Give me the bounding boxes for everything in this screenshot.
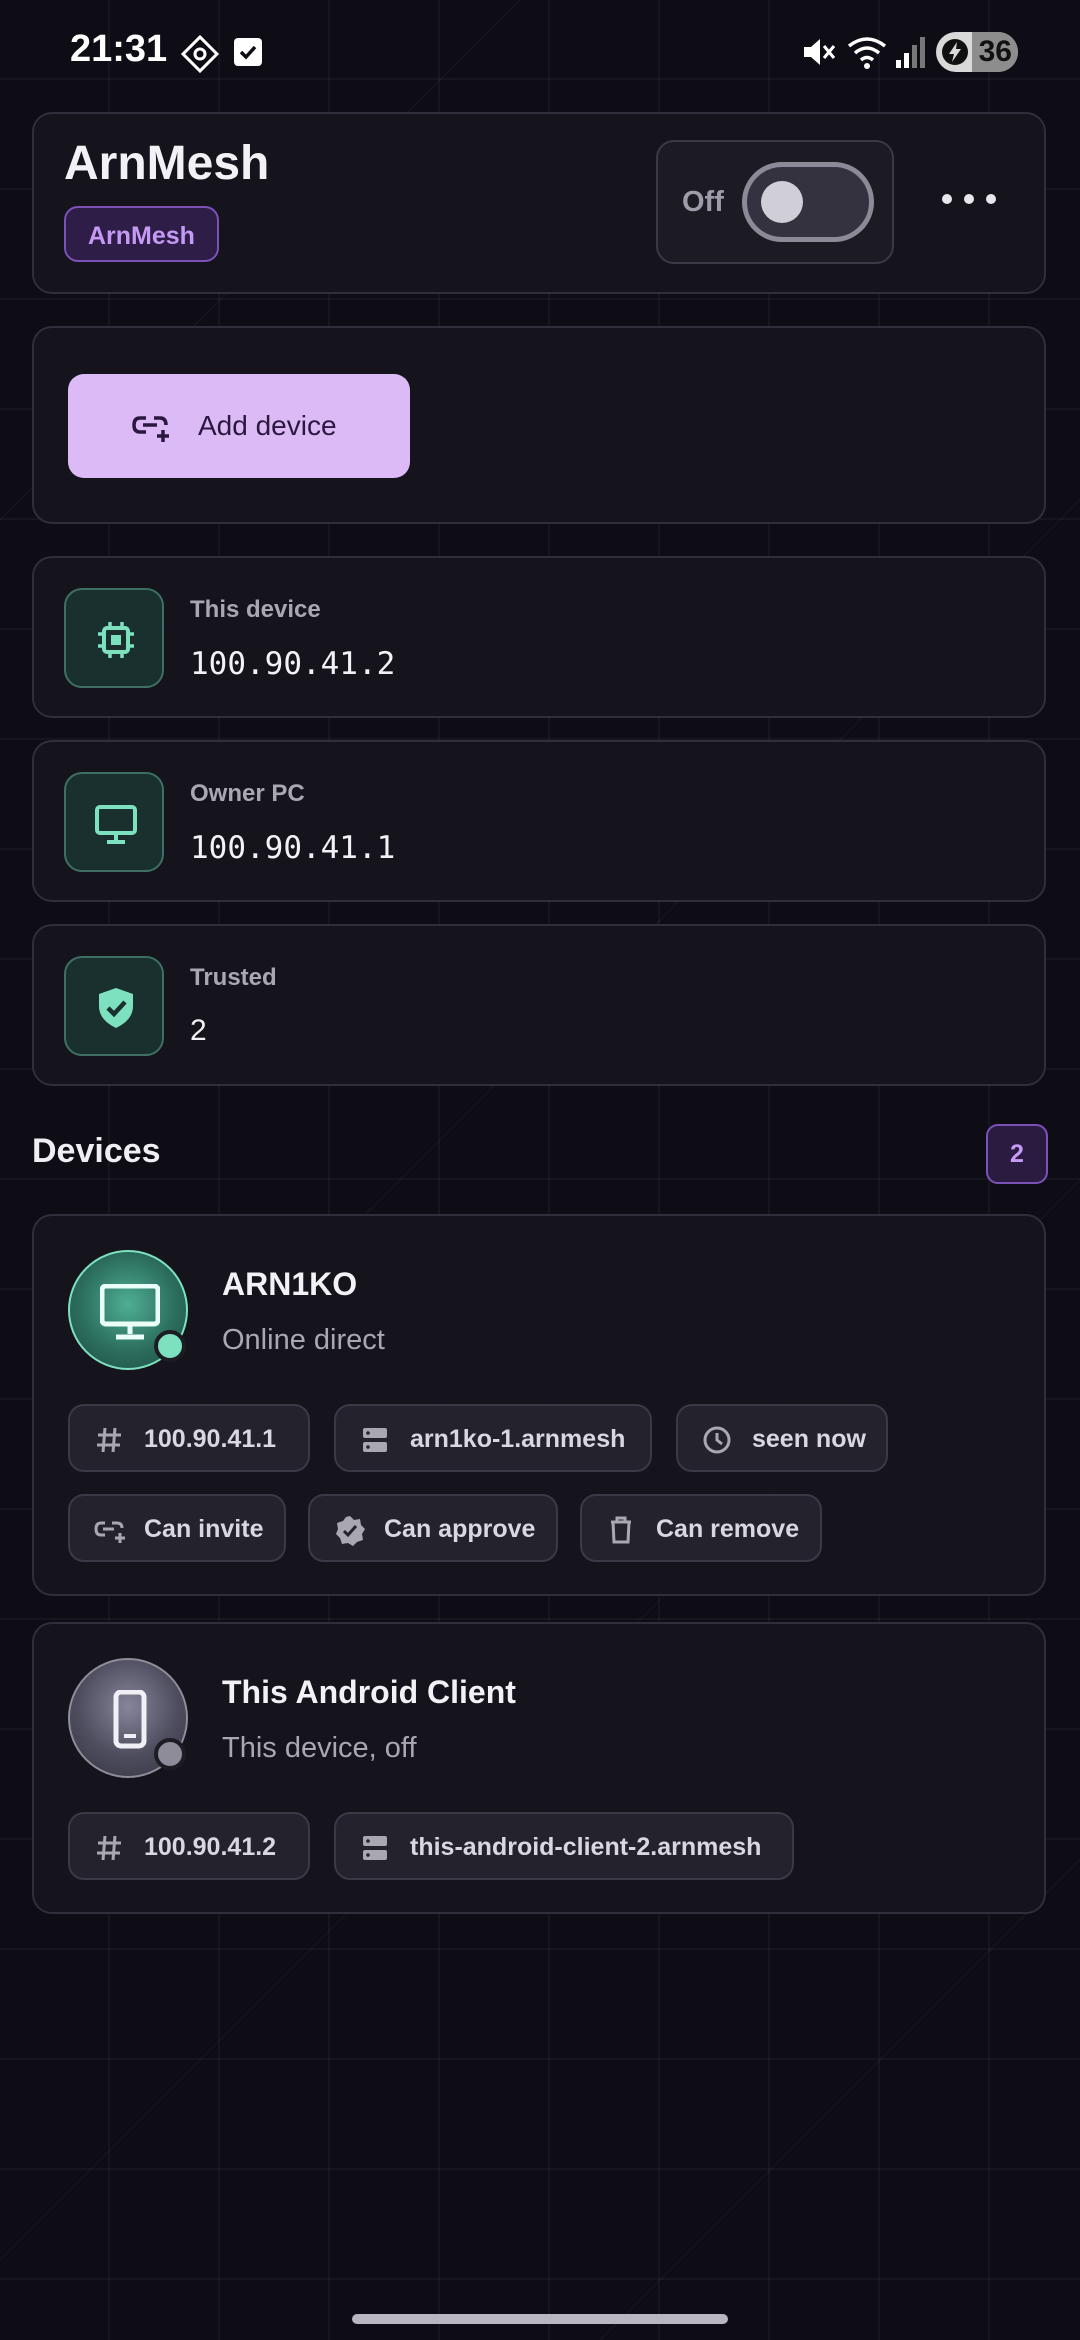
connection-toggle-box: Off (656, 140, 894, 264)
stat-label: Owner PC (190, 780, 305, 807)
connection-switch[interactable] (742, 162, 874, 242)
ip-chip: 100.90.41.1 (68, 1404, 310, 1472)
device-card[interactable]: This Android Client This device, off 100… (32, 1622, 1046, 1914)
network-badge: ArnMesh (64, 206, 219, 262)
more-options-button[interactable] (932, 162, 1006, 232)
link-plus-icon (132, 416, 169, 442)
charging-icon (942, 39, 968, 65)
device-status: This device, off (222, 1732, 417, 1764)
add-device-label: Add device (198, 410, 337, 441)
home-indicator[interactable] (352, 2314, 728, 2324)
server-icon (363, 1428, 387, 1452)
chip-label: this-android-client-2.arnmesh (410, 1833, 762, 1861)
can-approve-chip: Can approve (308, 1494, 558, 1562)
stat-value: 100.90.41.2 (190, 646, 396, 682)
phone-icon (113, 1690, 147, 1749)
header-card: ArnMesh ArnMesh Off (32, 112, 1046, 294)
app-title: ArnMesh (64, 137, 270, 190)
monitor-icon (95, 805, 137, 844)
stat-value: 2 (190, 1014, 207, 1047)
trusted-card: Trusted 2 (32, 924, 1046, 1086)
owner-pc-tile (64, 772, 164, 872)
device-avatar (68, 1658, 188, 1778)
status-bar: 21:31 36 (0, 0, 1080, 104)
battery-level: 36 (978, 35, 1012, 68)
this-device-tile (64, 588, 164, 688)
devices-count-badge: 2 (986, 1124, 1048, 1184)
status-time: 21:31 (70, 28, 168, 70)
chip-label: 100.90.41.1 (144, 1425, 277, 1453)
add-device-button[interactable]: Add device (68, 374, 410, 478)
muted-icon (804, 39, 836, 65)
chip-label: seen now (752, 1425, 866, 1453)
can-remove-chip: Can remove (580, 1494, 822, 1562)
stat-label: Trusted (190, 964, 277, 991)
can-invite-chip: Can invite (68, 1494, 286, 1562)
chip-label: 100.90.41.2 (144, 1833, 277, 1861)
hostname-chip: arn1ko-1.arnmesh (334, 1404, 652, 1472)
shield-check-icon (99, 988, 133, 1028)
device-name: This Android Client (222, 1674, 516, 1710)
device-name: ARN1KO (222, 1266, 358, 1302)
chip-label: Can approve (384, 1515, 536, 1543)
hash-icon (97, 1427, 121, 1453)
checkbox-notification-icon (234, 38, 262, 66)
ip-chip: 100.90.41.2 (68, 1812, 310, 1880)
link-plus-icon (94, 1521, 125, 1543)
monitor-icon (100, 1284, 160, 1340)
signal-icon (896, 37, 925, 68)
app-notification-icon (180, 34, 220, 74)
offline-indicator (154, 1738, 186, 1770)
chip-icon (98, 622, 134, 658)
battery-indicator: 36 (936, 32, 1018, 72)
chip-label: arn1ko-1.arnmesh (410, 1425, 626, 1453)
server-icon (363, 1836, 387, 1860)
last-seen-chip: seen now (676, 1404, 888, 1472)
stat-label: This device (190, 596, 321, 623)
chip-label: Can remove (656, 1515, 800, 1543)
hash-icon (97, 1835, 121, 1861)
clock-icon (703, 1426, 731, 1454)
stat-value: 100.90.41.1 (190, 830, 396, 866)
toggle-label: Off (682, 186, 724, 218)
switch-knob (761, 181, 803, 223)
owner-pc-card: Owner PC 100.90.41.1 (32, 740, 1046, 902)
device-avatar (68, 1250, 188, 1370)
trash-icon (611, 1516, 631, 1544)
wifi-icon (847, 37, 887, 69)
this-device-card: This device 100.90.41.2 (32, 556, 1046, 718)
online-indicator (154, 1330, 186, 1362)
hostname-chip: this-android-client-2.arnmesh (334, 1812, 794, 1880)
device-card[interactable]: ARN1KO Online direct 100.90.41.1 arn1ko-… (32, 1214, 1046, 1596)
trusted-tile (64, 956, 164, 1056)
device-status: Online direct (222, 1324, 385, 1356)
devices-section-title: Devices (32, 1132, 161, 1170)
chip-label: Can invite (144, 1515, 264, 1543)
verified-badge-icon (336, 1516, 365, 1546)
actions-card: Add device (32, 326, 1046, 524)
